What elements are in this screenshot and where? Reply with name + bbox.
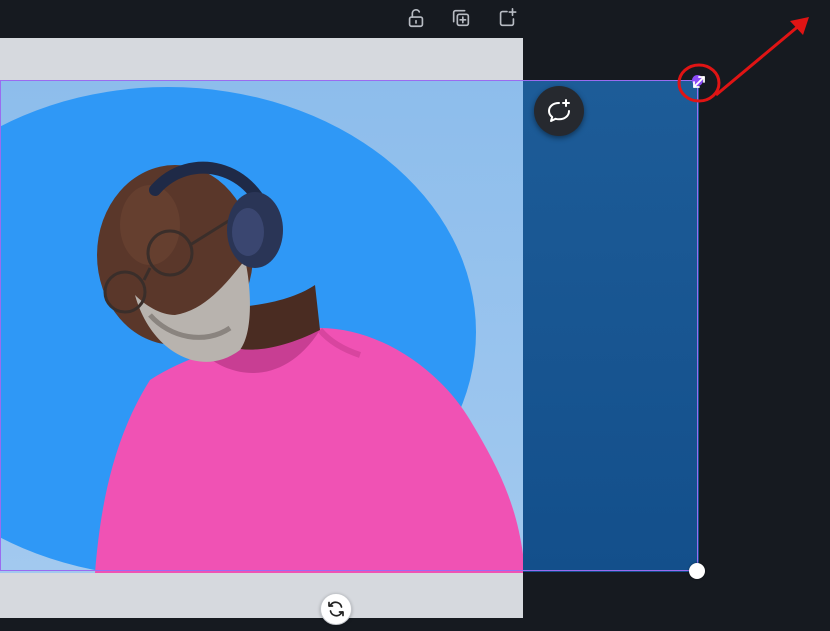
duplicate-page-button[interactable] [448,2,474,30]
top-toolbar [0,0,830,34]
diagonal-resize-icon [693,76,705,88]
resize-handle-bottom-right[interactable] [689,563,705,579]
selected-image[interactable] [0,80,523,573]
unlock-button[interactable] [403,2,429,30]
man-with-headphones-photo [95,161,523,573]
image-overflow-area[interactable] [523,80,699,572]
rotate-icon [328,601,344,617]
arrow-line [715,22,802,97]
add-comment-icon [548,99,570,122]
duplicate-page-icon [452,9,470,26]
add-page-button[interactable] [494,2,520,30]
add-comment-button[interactable] [534,86,584,136]
resize-handle-top-right[interactable] [690,73,708,91]
add-page-icon [499,7,517,26]
rotate-button[interactable] [320,593,352,625]
unlock-icon [408,8,424,27]
